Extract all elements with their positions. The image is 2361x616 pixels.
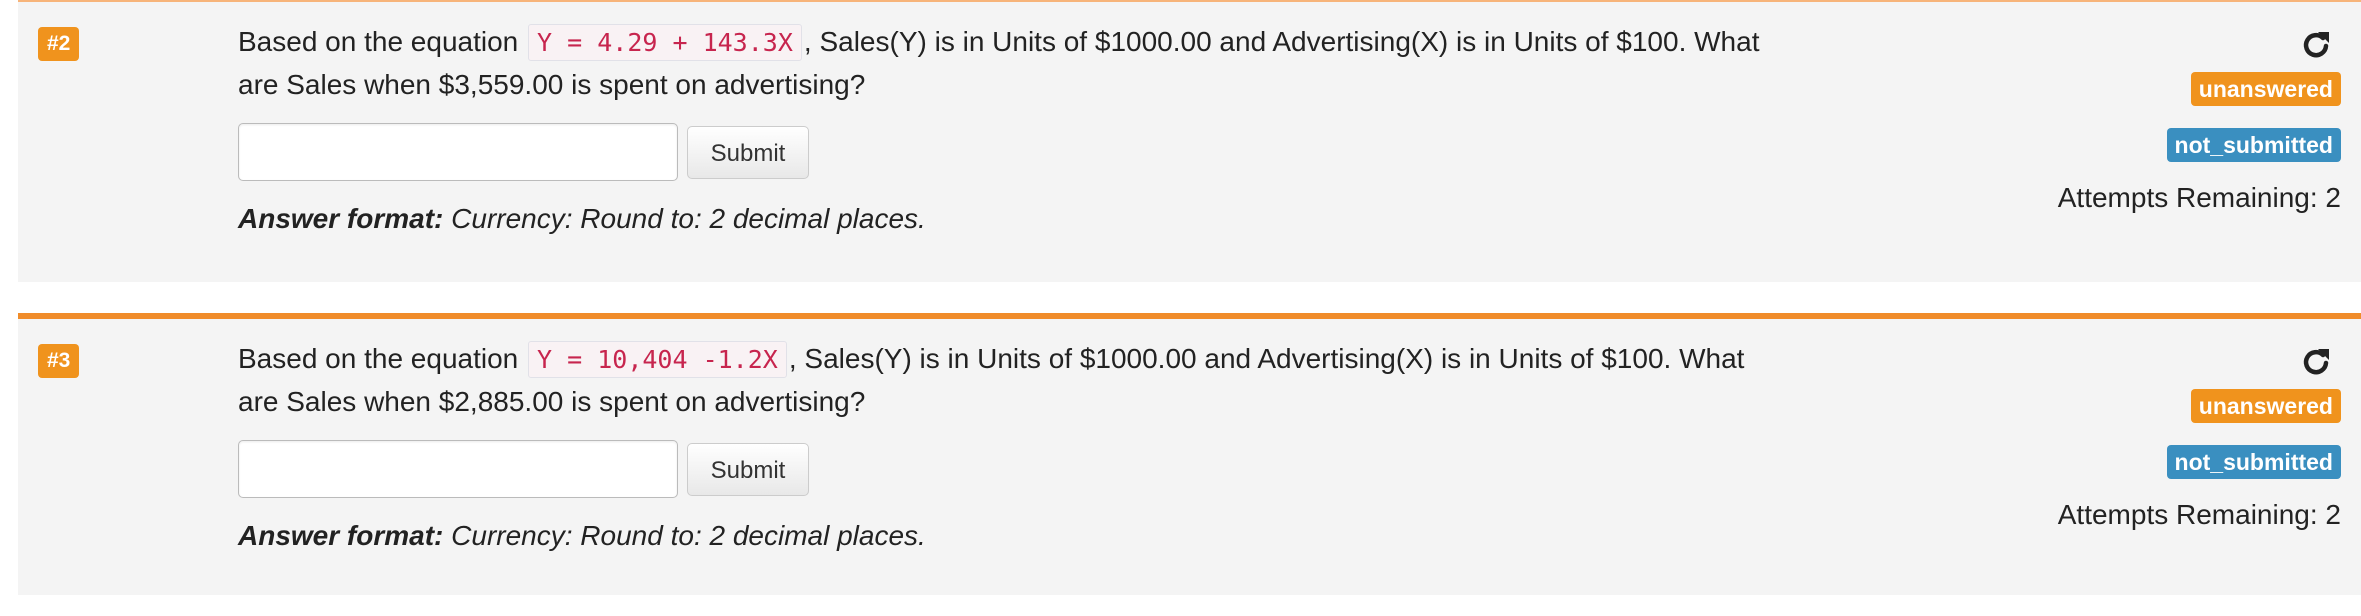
attempts-remaining: Attempts Remaining: 2 — [2057, 499, 2341, 530]
question-text-intro: Based on the equation — [238, 343, 519, 374]
question-number-badge: #2 — [38, 27, 80, 61]
equation-code: Y = 10,404 -1.2X — [528, 341, 787, 378]
answer-format: Answer format: Currency: Round to: 2 dec… — [238, 203, 926, 235]
attempts-remaining: Attempts Remaining: 2 — [2057, 182, 2341, 213]
answer-input[interactable] — [238, 123, 678, 181]
refresh-icon[interactable] — [2301, 346, 2331, 376]
submit-button[interactable]: Submit — [687, 126, 809, 179]
question-number-badge: #3 — [38, 344, 80, 378]
status-badge-submission: not_submitted — [2166, 445, 2341, 479]
question-text: Based on the equation Y = 4.29 + 143.3X,… — [238, 21, 1778, 106]
refresh-icon[interactable] — [2301, 29, 2331, 59]
question-text: Based on the equation Y = 10,404 -1.2X, … — [238, 338, 1778, 423]
status-badge-answer: unanswered — [2190, 389, 2341, 423]
submit-button[interactable]: Submit — [687, 443, 809, 496]
answer-input[interactable] — [238, 440, 678, 498]
question-panel-2: #2 Based on the equation Y = 4.29 + 143.… — [18, 0, 2361, 282]
equation-code: Y = 4.29 + 143.3X — [528, 24, 802, 61]
status-badge-answer: unanswered — [2190, 72, 2341, 106]
answer-format-text: Currency: Round to: 2 decimal places. — [451, 520, 926, 551]
answer-format-text: Currency: Round to: 2 decimal places. — [451, 203, 926, 234]
question-panel-3: #3 Based on the equation Y = 10,404 -1.2… — [18, 313, 2361, 595]
answer-format: Answer format: Currency: Round to: 2 dec… — [238, 520, 926, 552]
answer-format-label: Answer format: — [238, 520, 444, 551]
question-text-intro: Based on the equation — [238, 26, 519, 57]
answer-format-label: Answer format: — [238, 203, 444, 234]
status-badge-submission: not_submitted — [2166, 128, 2341, 162]
